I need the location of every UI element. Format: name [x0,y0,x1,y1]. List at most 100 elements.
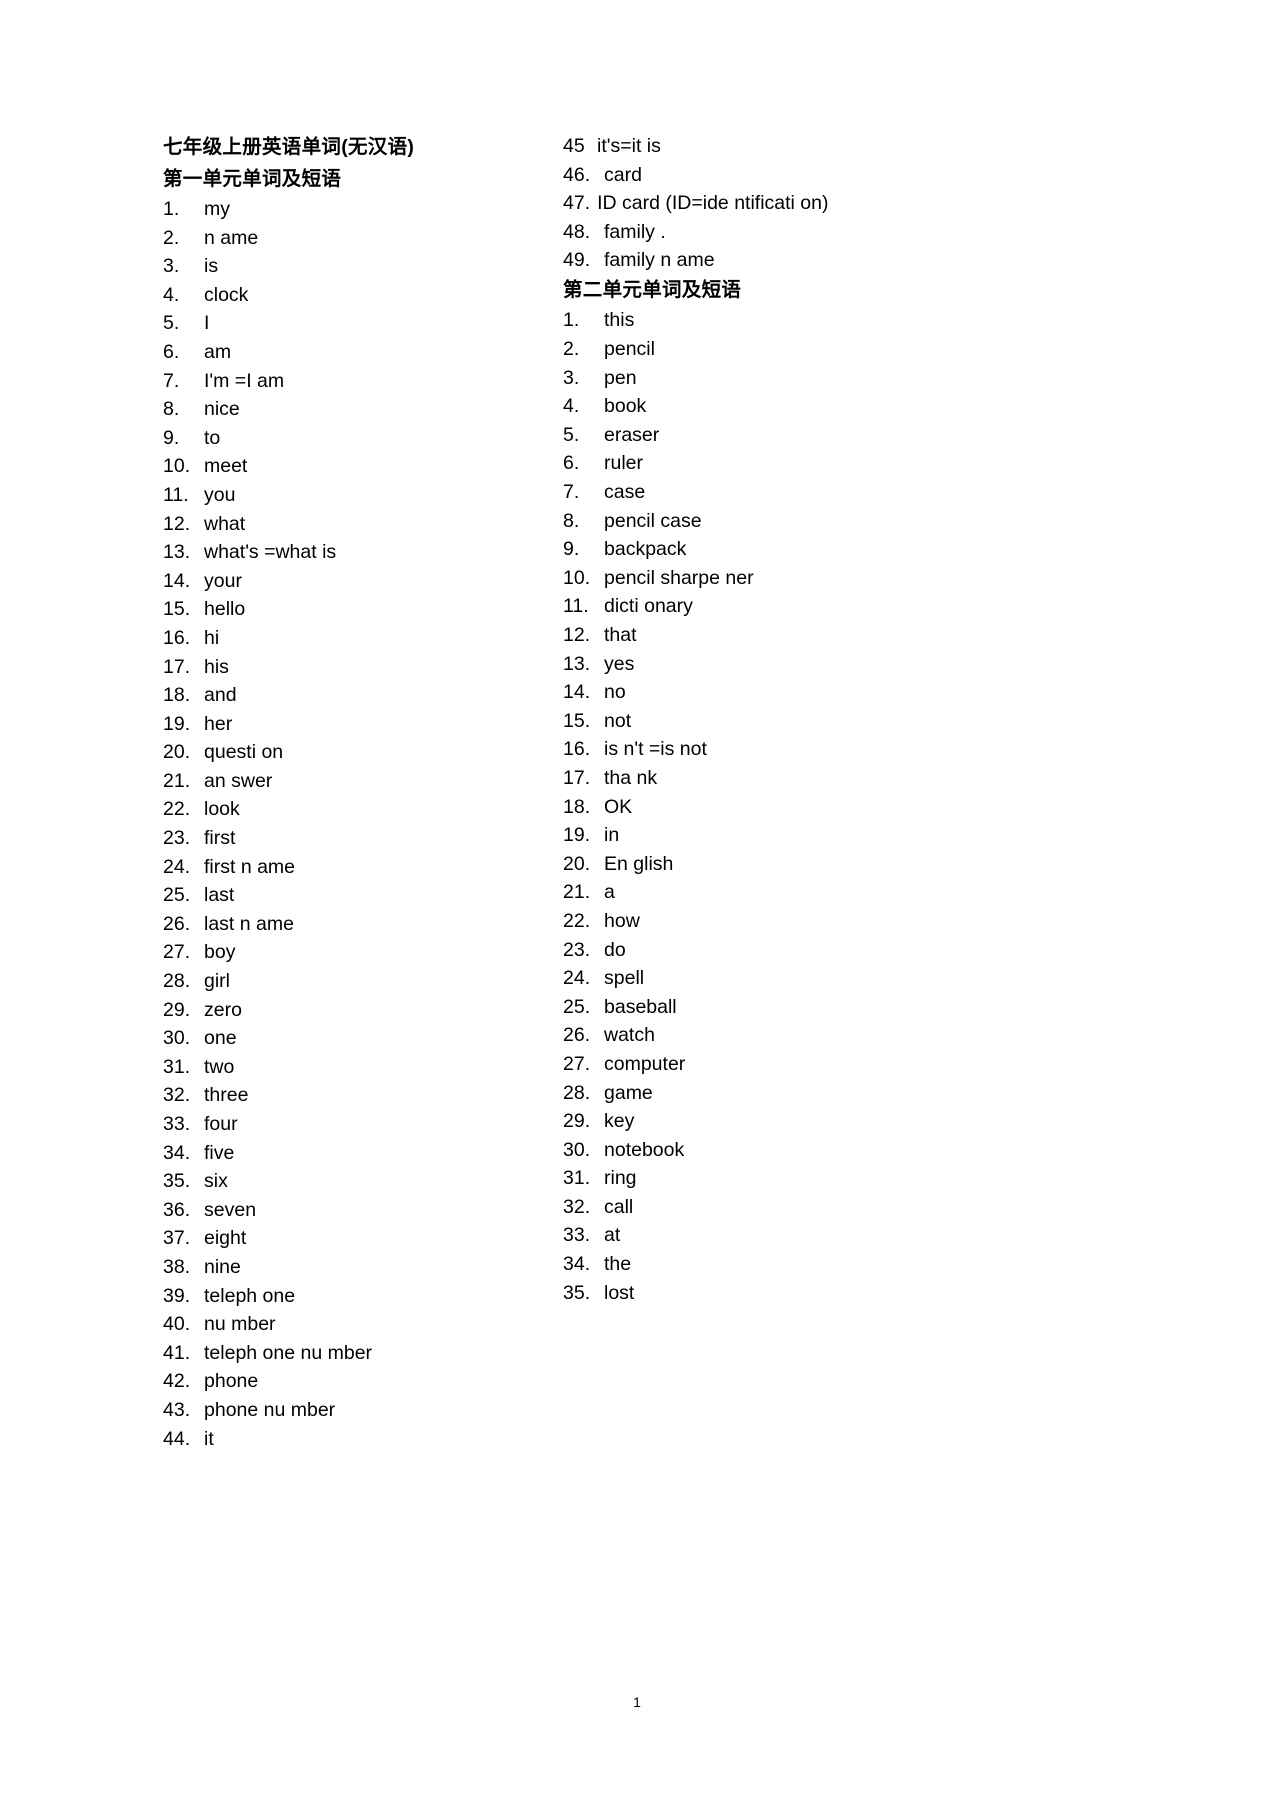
list-item-number: 19. [163,712,191,735]
page-number: 1 [633,1694,641,1710]
list-item-text: boy [204,941,236,964]
list-item-text: ruler [604,452,644,475]
list-item: 1. my [163,195,563,224]
list-item: 30. one [163,1024,563,1053]
list-item-text: four [204,1113,238,1135]
list-item: 3. pen [563,364,963,393]
list-item-text: what [204,512,246,535]
list-item-number: 24. [163,855,191,878]
list-item-number: 17. [163,655,191,678]
list-item-number: 11. [163,483,189,506]
list-item-text: game [604,1081,653,1104]
list-item-text: it [204,1427,214,1450]
document-page: 七年级上册英语单词(无汉语) 第一单元单词及短语 1. my 2. n ame 3. is… [0,0,1274,1804]
list-item: 11. you [163,481,563,510]
list-item: 1. this [563,306,963,335]
list-item-number: 7. [563,481,580,504]
list-item: 27. boy [163,938,563,967]
list-item-number: 38. [163,1255,191,1278]
list-item: 45 it's=it is [563,132,963,161]
list-item-number: 19. [563,824,591,847]
list-item-number: 14. [163,569,191,592]
list-item-text: eraser [604,423,660,446]
list-item-text: backpack [604,538,687,561]
list-item: 19. her [163,710,563,739]
list-item: 2. pencil [563,335,963,364]
list-item-text: nice [204,398,240,421]
list-item: 19. in [563,821,963,850]
list-item-text: questi on [204,741,284,764]
list-item: 6. am [163,338,563,367]
list-item-text: computer [604,1052,686,1075]
list-item-number: 10. [163,455,191,478]
list-item: 25. last [163,881,563,910]
list-item-number: 18. [163,684,191,707]
list-item-number: 20. [163,741,191,764]
list-item: 46. card [563,161,963,190]
list-item-number: 28. [563,1081,591,1104]
list-item-text: I [204,312,210,335]
list-item: 4. clock [163,281,563,310]
list-item-text: watch [604,1024,655,1047]
list-item-number: 3. [163,255,180,278]
unit-1-word-list-continued: 45 it's=it is 46. card 47. ID card (ID=ide nt… [563,132,963,275]
list-item-text: not [604,709,632,732]
list-item: 33. four [163,1110,563,1139]
list-item: 30. notebook [563,1136,963,1165]
list-item-number: 1. [163,198,180,220]
list-item: 14. your [163,567,563,596]
list-item-text: look [204,798,240,821]
list-item: 8. nice [163,395,563,424]
list-item-number: 25. [563,995,591,1018]
list-item-number: 12. [563,624,591,646]
list-item-text: to [204,426,221,449]
list-item-number: 42. [163,1370,191,1393]
list-item-number: 27. [563,1052,591,1075]
list-item-number: 7. [163,369,180,392]
list-item: 27. computer [563,1050,963,1079]
list-item: 49. family n ame [563,246,963,275]
list-item-number: 29. [163,998,191,1021]
list-item: 29. zero [163,996,563,1025]
list-item-text: pen [604,366,637,389]
document-title: 七年级上册英语单词(无汉语) [163,136,415,158]
list-item-text: two [204,1055,235,1078]
list-item-number: 23. [563,938,591,961]
list-item-text: lost [604,1281,635,1304]
list-item-text: girl [204,970,231,993]
column-left: 七年级上册英语单词(无汉语) 第一单元单词及短语 1. my 2. n ame 3. is… [163,132,563,1453]
list-item-text: one [204,1027,237,1050]
list-item-number: 35. [563,1281,591,1304]
list-item: 38. nine [163,1253,563,1282]
list-item: 25. baseball [563,993,963,1022]
list-item-text: her [204,712,233,735]
list-item-text: family . [604,220,666,243]
list-item: 48. family . [563,218,963,247]
list-item: 16. hi [163,624,563,653]
list-item: 22. look [163,795,563,824]
list-item-number: 33. [563,1224,591,1247]
list-item-number: 32. [163,1084,191,1107]
list-item: 2. n ame [163,224,563,253]
list-item-text: last n ame [204,912,294,935]
list-item: 12. that [563,621,963,650]
list-item-text: hello [204,598,246,621]
list-item-number: 8. [563,509,580,532]
list-item: 20. En glish [563,850,963,879]
list-item-number: 5. [163,312,180,335]
list-item: 24. first n ame [163,853,563,882]
list-item-number: 16. [163,626,191,649]
list-item-number: 6. [163,340,180,363]
list-item-text: tha nk [604,766,658,789]
list-item-number: 15. [163,598,191,621]
list-item-number: 31. [163,1055,191,1078]
list-item: 35. six [163,1167,563,1196]
list-item-text: is n't =is not [604,738,707,761]
list-item-text: do [604,938,626,961]
list-item-number: 26. [163,912,191,935]
list-item-number: 29. [563,1110,591,1133]
list-item-text: hi [204,626,220,649]
list-item: 7. I'm =I am [163,367,563,396]
list-item: 18. OK [563,793,963,822]
list-item-number: 41. [163,1341,191,1364]
